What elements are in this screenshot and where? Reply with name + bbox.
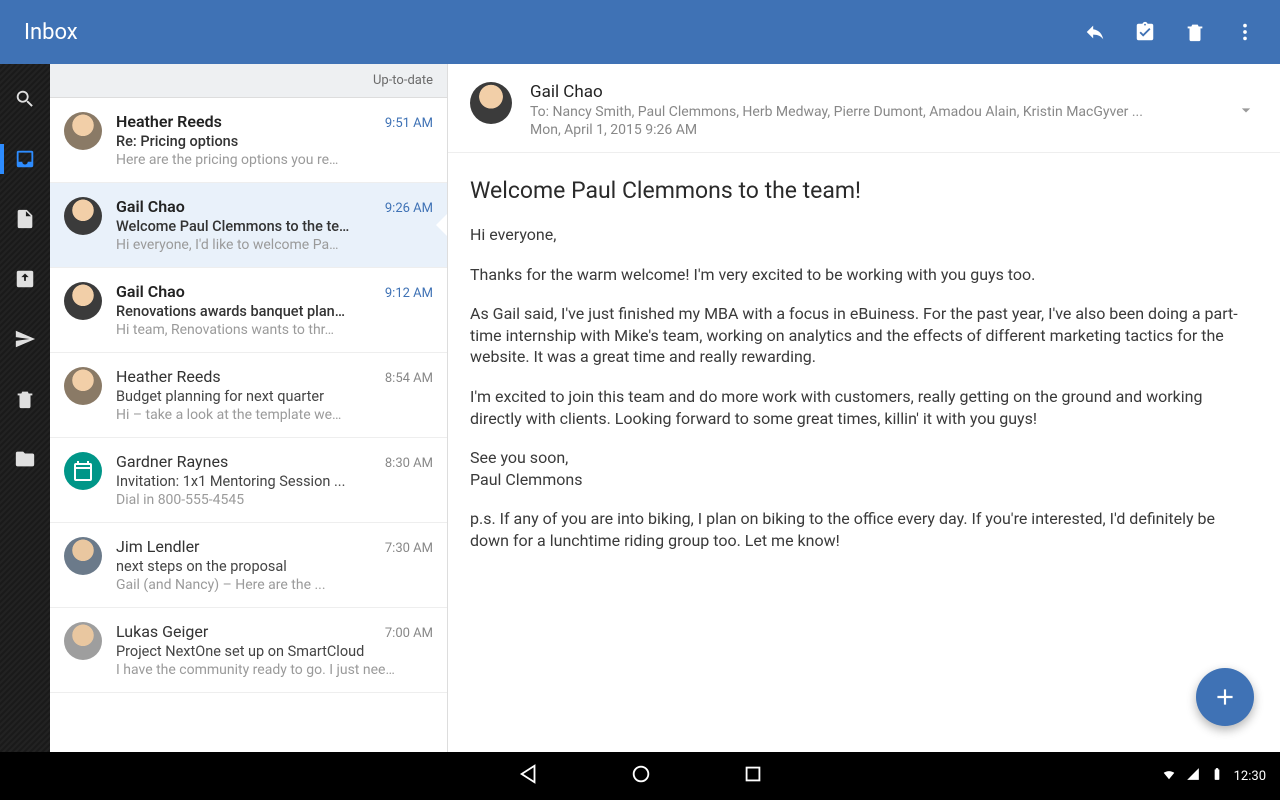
message-time: 7:30 AM	[385, 541, 433, 556]
rail-inbox[interactable]	[0, 144, 50, 174]
message-preview: Gail (and Nancy) – Here are the ...	[116, 577, 433, 593]
message-to: To: Nancy Smith, Paul Clemmons, Herb Med…	[530, 104, 1170, 120]
nav-back-icon[interactable]	[518, 763, 540, 789]
message-subject: Invitation: 1x1 Mentoring Session ...	[116, 473, 433, 490]
rail-outbox[interactable]	[0, 264, 50, 294]
message-sender: Gardner Raynes	[116, 452, 377, 471]
body-paragraph: Thanks for the warm welcome! I'm very ex…	[470, 264, 1252, 286]
message-preview: Hi team, Renovations wants to thr…	[116, 322, 433, 338]
app-bar: Inbox	[0, 0, 1280, 64]
appbar-actions	[1084, 21, 1264, 43]
wifi-icon	[1162, 767, 1176, 785]
message-sender: Gail Chao	[116, 282, 377, 301]
message-row[interactable]: Gail Chao 9:26 AM Welcome Paul Clemmons to…	[50, 183, 447, 268]
message-subject: Project NextOne set up on SmartCloud	[116, 643, 433, 660]
sender-avatar	[470, 82, 512, 124]
message-preview: I have the community ready to go. I just…	[116, 662, 433, 678]
message-row[interactable]: Jim Lendler 7:30 AM next steps on the prop…	[50, 523, 447, 608]
body-paragraph: I'm excited to join this team and do mor…	[470, 386, 1252, 429]
message-time: 8:30 AM	[385, 456, 433, 471]
message-row[interactable]: Lukas Geiger 7:00 AM Project NextOne set u…	[50, 608, 447, 693]
nav-rail	[0, 64, 50, 752]
message-subject: Budget planning for next quarter	[116, 388, 433, 405]
body-paragraph: See you soon,Paul Clemmons	[470, 447, 1252, 490]
reading-pane: Gail Chao To: Nancy Smith, Paul Clemmons…	[448, 64, 1280, 752]
message-from: Gail Chao	[530, 82, 1234, 102]
message-subject: Welcome Paul Clemmons to the te…	[116, 218, 433, 235]
message-date: Mon, April 1, 2015 9:26 AM	[530, 122, 1170, 138]
avatar	[64, 537, 102, 575]
signal-icon	[1186, 767, 1200, 785]
battery-icon	[1210, 767, 1224, 785]
avatar	[64, 282, 102, 320]
message-time: 9:51 AM	[385, 116, 433, 131]
avatar	[64, 112, 102, 150]
body-paragraph: Hi everyone,	[470, 224, 1252, 246]
message-sender: Heather Reeds	[116, 367, 377, 386]
message-time: 9:12 AM	[385, 286, 433, 301]
avatar	[64, 622, 102, 660]
compose-fab[interactable]	[1196, 668, 1254, 726]
message-time: 9:26 AM	[385, 201, 433, 216]
message-preview: Hi – take a look at the template we…	[116, 407, 433, 423]
message-list-pane: Up-to-date Heather Reeds 9:51 AM Re: Prici…	[50, 64, 448, 752]
clock-text: 12:30	[1234, 769, 1266, 784]
message-sender: Jim Lendler	[116, 537, 377, 556]
avatar	[64, 197, 102, 235]
reply-icon[interactable]	[1084, 21, 1106, 43]
rail-search[interactable]	[0, 84, 50, 114]
message-row[interactable]: Heather Reeds 9:51 AM Re: Pricing options H…	[50, 98, 447, 183]
message-preview: Here are the pricing options you re…	[116, 152, 433, 168]
sync-status: Up-to-date	[50, 64, 447, 98]
system-navbar: 12:30	[0, 752, 1280, 800]
message-time: 8:54 AM	[385, 371, 433, 386]
expand-header-icon[interactable]	[1234, 100, 1258, 120]
body-paragraph: p.s. If any of you are into biking, I pl…	[470, 508, 1252, 551]
avatar	[64, 367, 102, 405]
nav-recent-icon[interactable]	[742, 763, 764, 789]
message-time: 7:00 AM	[385, 626, 433, 641]
message-row[interactable]: Heather Reeds 8:54 AM Budget planning for …	[50, 353, 447, 438]
message-row[interactable]: Gardner Raynes 8:30 AM Invitation: 1x1 Men…	[50, 438, 447, 523]
avatar	[64, 452, 102, 490]
rail-sent[interactable]	[0, 324, 50, 354]
message-sender: Lukas Geiger	[116, 622, 377, 641]
message-preview: Hi everyone, I'd like to welcome Pa…	[116, 237, 433, 253]
delete-icon[interactable]	[1184, 21, 1206, 43]
message-body: Welcome Paul Clemmons to the team! Hi ev…	[448, 153, 1280, 592]
overflow-icon[interactable]	[1234, 21, 1256, 43]
message-subject: next steps on the proposal	[116, 558, 433, 575]
rail-folders[interactable]	[0, 444, 50, 474]
message-subject: Renovations awards banquet plan…	[116, 303, 433, 320]
message-subject: Welcome Paul Clemmons to the team!	[470, 175, 1252, 206]
message-list[interactable]: Heather Reeds 9:51 AM Re: Pricing options H…	[50, 98, 447, 752]
message-row[interactable]: Gail Chao 9:12 AM Renovations awards banqu…	[50, 268, 447, 353]
rail-trash[interactable]	[0, 384, 50, 414]
message-sender: Gail Chao	[116, 197, 377, 216]
message-header: Gail Chao To: Nancy Smith, Paul Clemmons…	[448, 64, 1280, 153]
rail-drafts[interactable]	[0, 204, 50, 234]
nav-home-icon[interactable]	[630, 763, 652, 789]
message-preview: Dial in 800-555-4545	[116, 492, 433, 508]
tasks-icon[interactable]	[1134, 21, 1156, 43]
message-subject: Re: Pricing options	[116, 133, 433, 150]
message-sender: Heather Reeds	[116, 112, 377, 131]
body-paragraph: As Gail said, I've just finished my MBA …	[470, 303, 1252, 368]
page-title: Inbox	[16, 20, 1084, 45]
